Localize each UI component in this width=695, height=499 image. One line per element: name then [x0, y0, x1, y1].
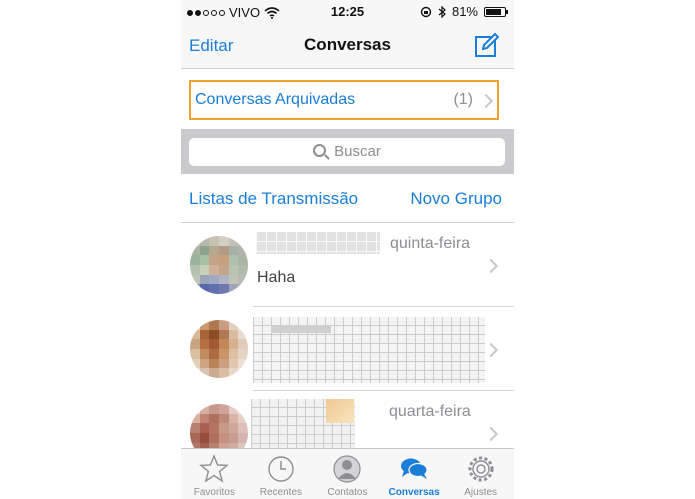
phone-screen: VIVO 12:25 81% Editar Conversas Conversa…: [181, 0, 514, 499]
nav-bar: Editar Conversas: [181, 24, 514, 69]
battery-icon: [484, 6, 508, 17]
chat-row[interactable]: quinta-feira Haha: [181, 223, 514, 307]
avatar: [190, 404, 248, 448]
archived-row: Conversas Arquivadas (1): [181, 69, 514, 129]
chevron-right-icon: [483, 342, 499, 358]
search-input[interactable]: Buscar: [189, 138, 505, 166]
chat-preview: Haha: [257, 269, 296, 286]
compose-icon[interactable]: [474, 32, 500, 58]
bluetooth-icon: [438, 5, 446, 18]
status-bar: VIVO 12:25 81%: [181, 0, 514, 24]
archived-label: Conversas Arquivadas: [195, 91, 356, 108]
name-redacted-highlight: [326, 399, 354, 423]
avatar: [190, 236, 248, 294]
tab-label: Favoritos: [193, 487, 235, 498]
chevron-right-icon: [478, 93, 494, 109]
name-redacted-strip: [271, 325, 331, 333]
actions-row: Listas de Transmissão Novo Grupo: [181, 174, 514, 223]
chevron-right-icon: [483, 258, 499, 274]
search-bar: Buscar: [181, 129, 514, 174]
tab-ajustes[interactable]: Ajustes: [447, 449, 514, 499]
archived-chats-button[interactable]: Conversas Arquivadas (1): [189, 80, 499, 120]
contact-name-redacted: [256, 232, 380, 254]
archived-count: (1): [453, 91, 473, 108]
page-title: Conversas: [304, 35, 391, 54]
tab-label: Recentes: [259, 487, 303, 498]
tab-label: Conversas: [388, 487, 440, 498]
gear-icon: [468, 456, 494, 482]
star-icon: [199, 454, 230, 483]
battery-percent: 81%: [451, 4, 478, 19]
broadcast-lists-button[interactable]: Listas de Transmissão: [189, 189, 358, 209]
tab-bar: Favoritos Recentes Contatos Conversas Aj…: [181, 448, 514, 499]
rotation-lock-icon: [420, 6, 432, 17]
avatar: [190, 320, 248, 378]
tab-conversas[interactable]: Conversas: [381, 449, 448, 499]
search-placeholder: Buscar: [334, 143, 381, 160]
chat-date: quinta-feira: [390, 235, 471, 252]
tab-favoritos[interactable]: Favoritos: [181, 449, 248, 499]
search-icon: [313, 144, 327, 157]
status-right: 81%: [420, 4, 508, 19]
chevron-right-icon: [483, 426, 499, 442]
contact-icon: [333, 455, 362, 483]
tab-label: Contatos: [327, 487, 368, 498]
new-group-button[interactable]: Novo Grupo: [410, 189, 502, 209]
tab-label: Ajustes: [464, 487, 498, 498]
tab-recentes[interactable]: Recentes: [248, 449, 315, 499]
clock-icon: [268, 456, 294, 482]
chat-bubbles-icon: [401, 458, 428, 479]
tab-contatos[interactable]: Contatos: [314, 449, 381, 499]
chat-row[interactable]: [181, 307, 514, 391]
chat-date: quarta-feira: [389, 403, 471, 420]
chat-row[interactable]: quarta-feira: [181, 391, 514, 448]
